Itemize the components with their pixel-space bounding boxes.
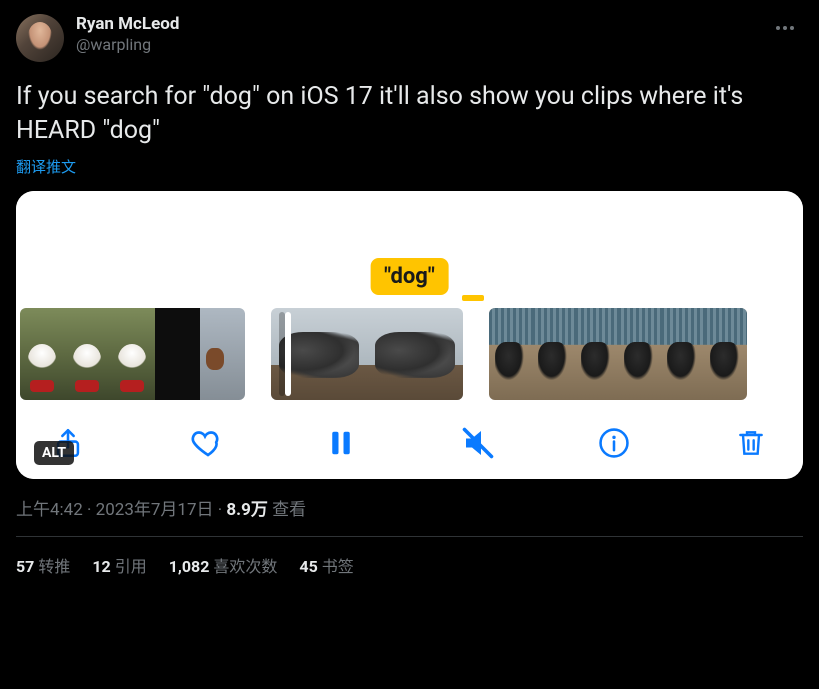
tweet-text: If you search for "dog" on iOS 17 it'll … <box>16 80 803 148</box>
tweet-meta: 上午4:42 · 2023年7月17日 · 8.9万 查看 <box>16 495 803 520</box>
author-names[interactable]: Ryan McLeod @warpling <box>76 14 179 55</box>
clip-frame <box>271 308 367 400</box>
views-count: 8.9万 <box>226 500 267 520</box>
heart-icon[interactable] <box>181 419 229 467</box>
clip-frame <box>65 308 110 400</box>
views-label: 查看 <box>272 500 306 520</box>
clip-frame <box>155 308 200 400</box>
media-toolbar <box>16 407 803 479</box>
retweets-stat[interactable]: 57转推 <box>16 553 70 577</box>
clip-frame <box>575 308 618 400</box>
clip-group[interactable] <box>271 308 463 400</box>
trash-icon[interactable] <box>727 419 775 467</box>
clip-frame <box>489 308 532 400</box>
info-icon[interactable] <box>590 419 638 467</box>
media-whitespace: "dog" <box>16 191 803 301</box>
video-filmstrip[interactable] <box>16 301 803 407</box>
clip-frame <box>367 308 463 400</box>
clip-frame <box>200 308 245 400</box>
mute-icon[interactable] <box>454 419 502 467</box>
media-card[interactable]: "dog" <box>16 191 803 479</box>
clip-frame <box>661 308 704 400</box>
clip-frame <box>20 308 65 400</box>
caption-bubble: "dog" <box>370 258 449 295</box>
bookmarks-stat[interactable]: 45书签 <box>299 553 353 577</box>
tweet-header: Ryan McLeod @warpling <box>16 14 803 62</box>
tweet-container: Ryan McLeod @warpling If you search for … <box>0 0 819 577</box>
clip-frame <box>618 308 661 400</box>
handle: @warpling <box>76 35 179 55</box>
translate-link[interactable]: 翻译推文 <box>16 156 803 177</box>
pause-icon[interactable] <box>317 419 365 467</box>
clip-frame <box>110 308 155 400</box>
tweet-stats: 57转推 12引用 1,082喜欢次数 45书签 <box>16 537 803 577</box>
quotes-stat[interactable]: 12引用 <box>92 553 146 577</box>
avatar[interactable] <box>16 14 64 62</box>
clip-group[interactable] <box>489 308 747 400</box>
clip-frame <box>532 308 575 400</box>
display-name: Ryan McLeod <box>76 14 179 35</box>
timestamp-time[interactable]: 上午4:42 <box>16 500 83 520</box>
clip-group[interactable] <box>20 308 245 400</box>
more-icon[interactable] <box>773 16 797 40</box>
timestamp-date[interactable]: 2023年7月17日 <box>96 500 214 520</box>
alt-badge[interactable]: ALT <box>34 441 74 465</box>
clip-frame <box>704 308 747 400</box>
likes-stat[interactable]: 1,082喜欢次数 <box>169 553 278 577</box>
